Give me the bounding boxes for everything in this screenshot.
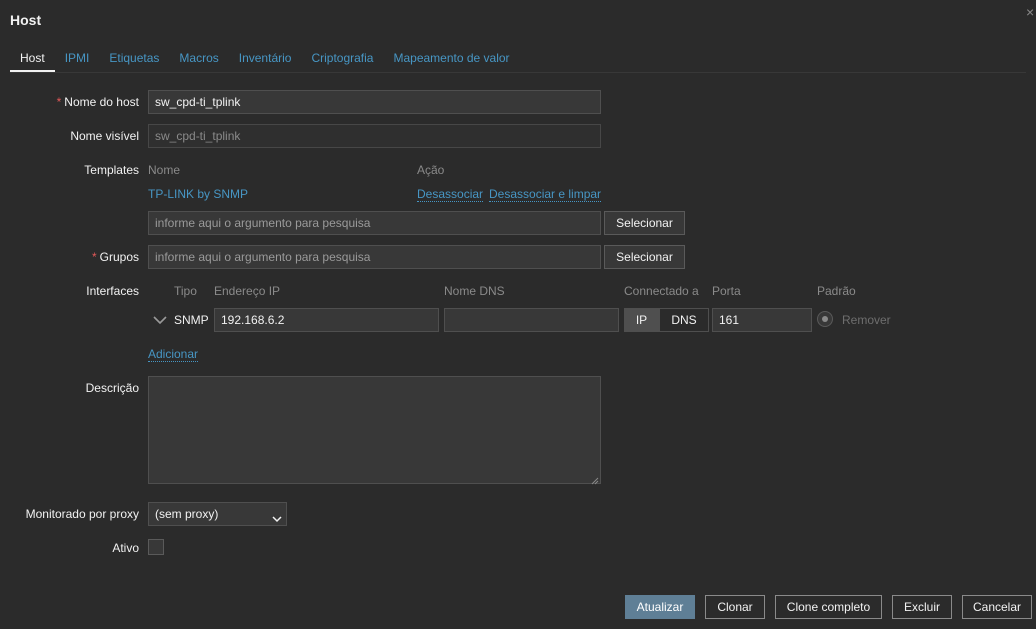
clone-button[interactable]: Clonar: [705, 595, 765, 619]
groups-search-input[interactable]: informe aqui o argumento para pesquisa: [148, 245, 601, 269]
host-name-input[interactable]: sw_cpd-ti_tplink: [148, 90, 601, 114]
templates-col-name: Nome: [148, 163, 181, 177]
template-link-tplink[interactable]: TP-LINK by SNMP: [148, 187, 248, 201]
dialog-title: Host: [10, 12, 42, 28]
iface-ip-input[interactable]: 192.168.6.2: [214, 308, 439, 332]
templates-label: Templates: [84, 163, 139, 177]
enabled-checkbox[interactable]: [148, 539, 164, 555]
visible-name-label: Nome visível: [70, 129, 139, 143]
chevron-down-icon[interactable]: [152, 313, 168, 327]
iface-type: SNMP: [174, 313, 209, 327]
enabled-label: Ativo: [112, 541, 139, 555]
iface-header-default: Padrão: [817, 284, 856, 298]
tab-tags[interactable]: Etiquetas: [99, 44, 169, 72]
tab-host[interactable]: Host: [10, 44, 55, 72]
delete-button[interactable]: Excluir: [892, 595, 952, 619]
description-label: Descrição: [85, 381, 139, 395]
iface-header-ip: Endereço IP: [214, 284, 281, 298]
unlink-link[interactable]: Desassociar: [417, 187, 484, 202]
chevron-down-icon: [271, 509, 283, 531]
visible-name-input[interactable]: sw_cpd-ti_tplink: [148, 124, 601, 148]
interfaces-label: Interfaces: [86, 284, 139, 298]
unlink-clear-link[interactable]: Desassociar e limpar: [489, 187, 602, 202]
iface-header-connect: Connectado a: [624, 284, 699, 298]
required-mark: *: [56, 95, 62, 109]
close-icon[interactable]: ×: [1026, 4, 1036, 20]
update-button[interactable]: Atualizar: [625, 595, 695, 619]
groups-label: * Grupos: [91, 250, 139, 264]
tab-inventory[interactable]: Inventário: [229, 44, 302, 72]
iface-default-radio[interactable]: [817, 311, 833, 327]
connect-ip-button[interactable]: IP: [624, 308, 659, 332]
resize-handle-icon[interactable]: [591, 474, 599, 485]
tab-value-mapping[interactable]: Mapeamento de valor: [383, 44, 519, 72]
tab-bar: Host IPMI Etiquetas Macros Inventário Cr…: [10, 44, 520, 72]
proxy-select-value: (sem proxy): [155, 507, 219, 521]
tab-macros[interactable]: Macros: [169, 44, 228, 72]
iface-header-dns: Nome DNS: [444, 284, 505, 298]
tab-encryption[interactable]: Criptografia: [301, 44, 383, 72]
cancel-button[interactable]: Cancelar: [962, 595, 1032, 619]
iface-dns-input[interactable]: [444, 308, 619, 332]
templates-col-action: Ação: [417, 163, 445, 177]
connect-dns-button[interactable]: DNS: [659, 308, 709, 332]
required-mark: *: [91, 250, 97, 264]
iface-port-input[interactable]: 161: [712, 308, 812, 332]
add-interface-link[interactable]: Adicionar: [148, 347, 199, 362]
proxy-label: Monitorado por proxy: [25, 507, 139, 521]
iface-header-port: Porta: [712, 284, 741, 298]
templates-search-input[interactable]: informe aqui o argumento para pesquisa: [148, 211, 601, 235]
iface-header-type: Tipo: [174, 284, 197, 298]
tab-divider: [10, 72, 1026, 73]
description-textarea[interactable]: [148, 376, 601, 484]
tab-ipmi[interactable]: IPMI: [55, 44, 100, 72]
iface-remove-link[interactable]: Remover: [842, 313, 891, 327]
full-clone-button[interactable]: Clone completo: [775, 595, 882, 619]
proxy-select[interactable]: (sem proxy): [148, 502, 287, 526]
host-name-label: * Nome do host: [56, 95, 139, 109]
groups-select-button[interactable]: Selecionar: [604, 245, 685, 269]
iface-connect-toggle: IP DNS: [624, 308, 709, 332]
templates-select-button[interactable]: Selecionar: [604, 211, 685, 235]
